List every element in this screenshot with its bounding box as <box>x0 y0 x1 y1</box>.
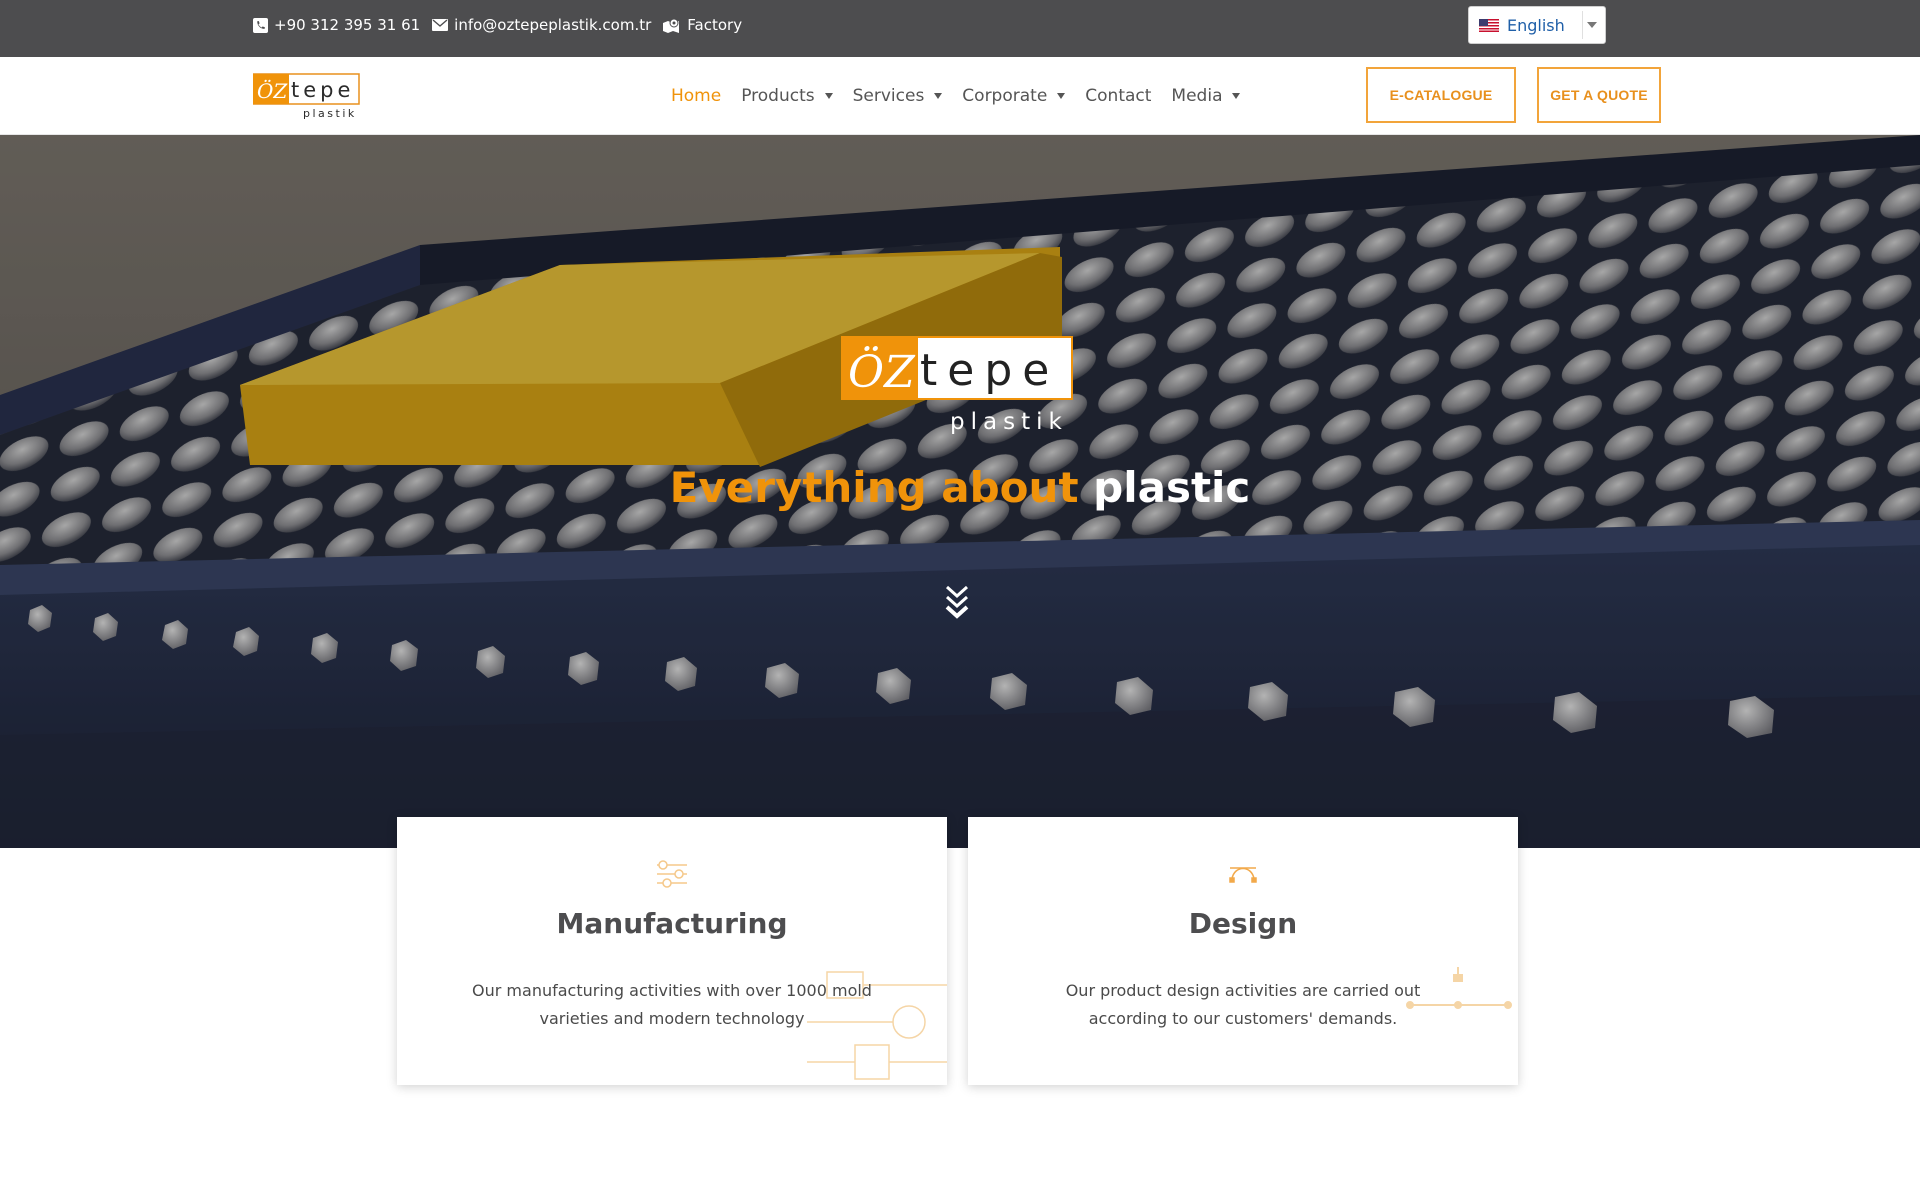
design-card[interactable]: Design Our product design activities are… <box>968 817 1518 1085</box>
phone-icon <box>253 17 268 33</box>
svg-text:ÖZ: ÖZ <box>848 345 916 398</box>
nav-services[interactable]: Services <box>843 86 953 106</box>
oztepe-hero-logo: ÖZ tepe plastik <box>841 336 1073 435</box>
main-nav: Home Products Services Corporate Contact… <box>661 57 1250 134</box>
caret-down-icon <box>1232 92 1241 99</box>
e-catalogue-button[interactable]: E-CATALOGUE <box>1366 67 1516 123</box>
nav-products-label: Products <box>741 85 815 106</box>
nav-corporate[interactable]: Corporate <box>952 86 1075 106</box>
nav-contact-label: Contact <box>1085 85 1152 106</box>
card-title: Manufacturing <box>556 907 788 940</box>
map-marker-icon <box>663 18 680 33</box>
hero-title-accent: Everything about <box>669 463 1079 512</box>
nav-corporate-label: Corporate <box>962 85 1048 106</box>
svg-text:plastik: plastik <box>303 107 357 119</box>
language-select[interactable]: English <box>1468 6 1606 44</box>
us-flag-icon <box>1479 18 1499 32</box>
svg-text:ÖZ: ÖZ <box>257 78 288 103</box>
manufacturing-card[interactable]: Manufacturing Our manufacturing activiti… <box>397 817 947 1085</box>
top-bar: +90 312 395 31 61 info@oztepeplastik.com… <box>0 0 1920 57</box>
phone-number: +90 312 395 31 61 <box>274 16 421 34</box>
card-title: Design <box>1188 907 1298 940</box>
bezier-curve-icon <box>1229 867 1257 883</box>
envelope-icon <box>432 19 449 31</box>
nav-services-label: Services <box>852 85 925 106</box>
card-description: Our manufacturing activities with over 1… <box>472 981 872 1028</box>
nav-media[interactable]: Media <box>1161 86 1250 106</box>
nav-media-label: Media <box>1171 85 1223 106</box>
hero-title: Everything about plastic <box>0 463 1920 512</box>
nav-products[interactable]: Products <box>731 86 842 106</box>
email-link[interactable]: info@oztepeplastik.com.tr <box>432 16 651 34</box>
language-label: English <box>1507 15 1565 35</box>
contact-info: +90 312 395 31 61 info@oztepeplastik.com… <box>253 0 742 50</box>
sliders-icon <box>657 860 687 888</box>
hero-section: ÖZ tepe plastik Everything about plastic <box>0 135 1920 848</box>
svg-text:tepe: tepe <box>291 78 354 102</box>
chevron-down-icon <box>1587 22 1597 28</box>
hero-title-rest: plastic <box>1093 463 1251 512</box>
svg-text:plastik: plastik <box>950 409 1068 435</box>
nav-home[interactable]: Home <box>661 86 731 106</box>
caret-down-icon <box>1057 92 1066 99</box>
site-header: ÖZ tepe plastik Home Products Services C… <box>0 57 1920 135</box>
nav-contact[interactable]: Contact <box>1075 86 1161 106</box>
get-a-quote-button[interactable]: GET A QUOTE <box>1537 67 1661 123</box>
double-chevron-down-icon[interactable] <box>944 583 970 623</box>
caret-down-icon <box>934 92 943 99</box>
caret-down-icon <box>824 92 833 99</box>
card-description: Our product design activities are carrie… <box>1065 981 1421 1028</box>
nav-home-label: Home <box>671 85 722 106</box>
email-address: info@oztepeplastik.com.tr <box>454 16 652 34</box>
language-divider <box>1582 11 1583 39</box>
svg-text:tepe: tepe <box>920 345 1059 396</box>
factory-link[interactable]: Factory <box>663 16 742 34</box>
phone-link[interactable]: +90 312 395 31 61 <box>253 16 420 34</box>
oztepe-logo[interactable]: ÖZ tepe plastik <box>253 71 361 119</box>
factory-label: Factory <box>687 16 743 34</box>
